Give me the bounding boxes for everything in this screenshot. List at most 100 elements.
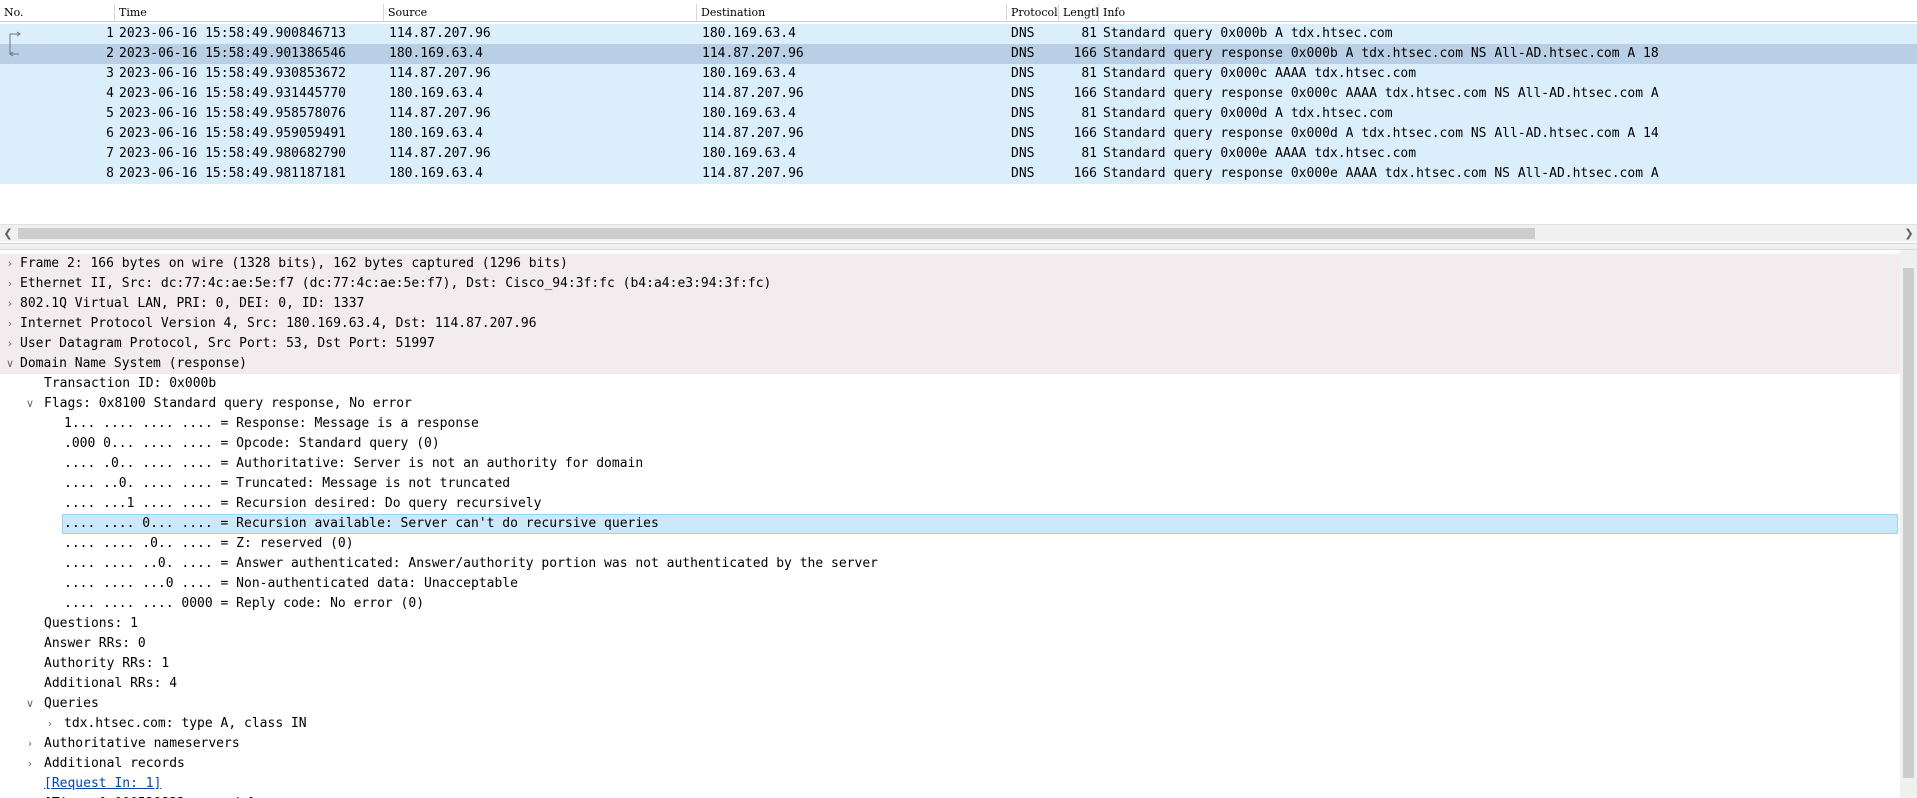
packet-cell-source: 180.169.63.4 <box>389 126 483 141</box>
detail-tree-item[interactable]: › Ethernet II, Src: dc:77:4c:ae:5e:f7 (dc… <box>0 274 1900 294</box>
detail-tree-item[interactable]: .... .... ...0 .... = Non-authenticated … <box>0 574 1900 594</box>
packet-cell-protocol: DNS <box>1011 166 1035 181</box>
detail-tree-item[interactable]: 1... .... .... .... = Response: Message … <box>0 414 1900 434</box>
detail-tree-label: [Time: 0.000539833 seconds] <box>44 794 255 798</box>
detail-tree-label: 1... .... .... .... = Response: Message … <box>64 416 479 431</box>
detail-tree-label: User Datagram Protocol, Src Port: 53, Ds… <box>20 336 435 351</box>
detail-tree-label: Authoritative nameservers <box>44 736 240 751</box>
packet-cell-length: 166 <box>1073 86 1097 101</box>
packet-cell-info: Standard query response 0x000b A tdx.hts… <box>1103 46 1659 61</box>
packet-row[interactable]: 1 2023-06-16 15:58:49.900846713 114.87.207… <box>0 24 1917 44</box>
chevron-right-icon[interactable]: › <box>4 314 16 334</box>
packet-cell-no: 6 <box>106 126 114 141</box>
detail-tree-item[interactable]: .... .... ..0. .... = Answer authenticat… <box>0 554 1900 574</box>
chevron-right-icon[interactable]: › <box>4 254 16 274</box>
packet-cell-source: 114.87.207.96 <box>389 106 491 121</box>
detail-tree-label: .... .... .... 0000 = Reply code: No err… <box>64 596 425 611</box>
packet-details-tree[interactable]: › Frame 2: 166 bytes on wire (1328 bits),… <box>0 250 1917 798</box>
detail-tree-item[interactable]: Authority RRs: 1 <box>0 654 1900 674</box>
detail-tree-item[interactable]: .... .... .0.. .... = Z: reserved (0) <box>0 534 1900 554</box>
packet-cell-info: Standard query 0x000c AAAA tdx.htsec.com <box>1103 66 1417 81</box>
chevron-right-icon[interactable]: › <box>24 754 36 774</box>
detail-tree-item[interactable]: [Request In: 1] <box>0 774 1900 794</box>
detail-tree-item[interactable]: .... ...1 .... .... = Recursion desired:… <box>0 494 1900 514</box>
arrow-left-icon[interactable]: ❮ <box>0 225 16 242</box>
detail-tree-item[interactable]: .000 0... .... .... = Opcode: Standard q… <box>0 434 1900 454</box>
packet-cell-info: Standard query 0x000d A tdx.htsec.com <box>1103 106 1393 121</box>
detail-tree-item[interactable]: › tdx.htsec.com: type A, class IN <box>0 714 1900 734</box>
vertical-scrollbar-thumb[interactable] <box>1903 268 1914 778</box>
packet-cell-destination: 180.169.63.4 <box>702 66 796 81</box>
column-header-length[interactable]: Length <box>1059 4 1099 22</box>
packet-cell-source: 180.169.63.4 <box>389 46 483 61</box>
vertical-scrollbar[interactable] <box>1900 250 1917 798</box>
detail-tree-item[interactable]: › User Datagram Protocol, Src Port: 53, D… <box>0 334 1900 354</box>
packet-cell-destination: 180.169.63.4 <box>702 26 796 41</box>
column-header-info[interactable]: Info <box>1099 4 1917 22</box>
detail-tree-label: .... ...1 .... .... = Recursion desired:… <box>64 496 542 511</box>
packet-cell-source: 114.87.207.96 <box>389 66 491 81</box>
pane-splitter[interactable] <box>0 243 1917 250</box>
packet-cell-length: 166 <box>1073 126 1097 141</box>
detail-tree-item[interactable]: ∨ Domain Name System (response) <box>0 354 1900 374</box>
detail-tree-item[interactable]: › Additional records <box>0 754 1900 774</box>
detail-tree-label: Queries <box>44 696 99 711</box>
packet-cell-source: 180.169.63.4 <box>389 86 483 101</box>
detail-tree-item[interactable]: Questions: 1 <box>0 614 1900 634</box>
packet-row[interactable]: 8 2023-06-16 15:58:49.981187181 180.169.63… <box>0 164 1917 184</box>
detail-tree-item[interactable]: › Internet Protocol Version 4, Src: 180.1… <box>0 314 1900 334</box>
horizontal-scrollbar-thumb[interactable] <box>18 228 1535 239</box>
chevron-right-icon[interactable]: › <box>4 334 16 354</box>
chevron-down-icon[interactable]: ∨ <box>24 694 36 714</box>
column-header-source[interactable]: Source <box>384 4 697 22</box>
chevron-down-icon[interactable]: ∨ <box>24 394 36 414</box>
detail-tree-item[interactable]: › 802.1Q Virtual LAN, PRI: 0, DEI: 0, ID:… <box>0 294 1900 314</box>
detail-tree-item[interactable]: ∨ Queries <box>0 694 1900 714</box>
packet-cell-time: 2023-06-16 15:58:49.900846713 <box>119 26 346 41</box>
column-header-protocol[interactable]: Protocol <box>1007 4 1059 22</box>
detail-tree-label: tdx.htsec.com: type A, class IN <box>64 716 307 731</box>
detail-tree-label: Frame 2: 166 bytes on wire (1328 bits), … <box>20 256 568 271</box>
packet-cell-no: 8 <box>106 166 114 181</box>
detail-tree-item[interactable]: [Time: 0.000539833 seconds] <box>0 794 1900 798</box>
horizontal-scrollbar[interactable]: ❮ ❯ <box>0 224 1917 241</box>
packet-row[interactable]: 6 2023-06-16 15:58:49.959059491 180.169.63… <box>0 124 1917 144</box>
chevron-right-icon[interactable]: › <box>4 274 16 294</box>
packet-cell-protocol: DNS <box>1011 46 1035 61</box>
chevron-down-icon[interactable]: ∨ <box>4 354 16 374</box>
column-header-destination[interactable]: Destination <box>697 4 1007 22</box>
detail-tree-item[interactable]: › Frame 2: 166 bytes on wire (1328 bits),… <box>0 254 1900 274</box>
detail-tree-label: Authority RRs: 1 <box>44 656 170 671</box>
detail-tree-label: 802.1Q Virtual LAN, PRI: 0, DEI: 0, ID: … <box>20 296 365 311</box>
column-header-no[interactable]: No. <box>0 4 115 22</box>
request-in-link[interactable]: [Request In: 1] <box>44 774 161 794</box>
packet-cell-length: 81 <box>1081 146 1097 161</box>
chevron-right-icon[interactable]: › <box>24 734 36 754</box>
packet-row[interactable]: 5 2023-06-16 15:58:49.958578076 114.87.207… <box>0 104 1917 124</box>
detail-tree-item[interactable]: Additional RRs: 4 <box>0 674 1900 694</box>
detail-tree-item[interactable]: .... .... .... 0000 = Reply code: No err… <box>0 594 1900 614</box>
detail-tree-item[interactable]: .... .0.. .... .... = Authoritative: Ser… <box>0 454 1900 474</box>
packet-row[interactable]: 3 2023-06-16 15:58:49.930853672 114.87.207… <box>0 64 1917 84</box>
detail-tree-item[interactable]: › Authoritative nameservers <box>0 734 1900 754</box>
detail-tree-label: .000 0... .... .... = Opcode: Standard q… <box>64 436 440 451</box>
packet-row[interactable]: 2 2023-06-16 15:58:49.901386546 180.169.63… <box>0 44 1917 64</box>
packet-list[interactable]: No. Time Source Destination Protocol Len… <box>0 0 1917 243</box>
chevron-right-icon[interactable]: › <box>44 714 56 734</box>
detail-tree-item[interactable]: Transaction ID: 0x000b <box>0 374 1900 394</box>
packet-cell-source: 180.169.63.4 <box>389 166 483 181</box>
detail-tree-item[interactable]: .... .... 0... .... = Recursion availabl… <box>0 514 1900 534</box>
column-header-time[interactable]: Time <box>115 4 384 22</box>
detail-tree-item[interactable]: Answer RRs: 0 <box>0 634 1900 654</box>
packet-cell-no: 5 <box>106 106 114 121</box>
detail-tree-item[interactable]: ∨ Flags: 0x8100 Standard query response, … <box>0 394 1900 414</box>
detail-tree-item[interactable]: .... ..0. .... .... = Truncated: Message… <box>0 474 1900 494</box>
chevron-right-icon[interactable]: › <box>4 294 16 314</box>
packet-cell-no: 3 <box>106 66 114 81</box>
packet-row[interactable]: 7 2023-06-16 15:58:49.980682790 114.87.207… <box>0 144 1917 164</box>
packet-cell-no: 1 <box>106 26 114 41</box>
packet-cell-length: 81 <box>1081 26 1097 41</box>
packet-row[interactable]: 4 2023-06-16 15:58:49.931445770 180.169.63… <box>0 84 1917 104</box>
detail-tree-label: Additional records <box>44 756 185 771</box>
arrow-right-icon[interactable]: ❯ <box>1901 225 1917 242</box>
